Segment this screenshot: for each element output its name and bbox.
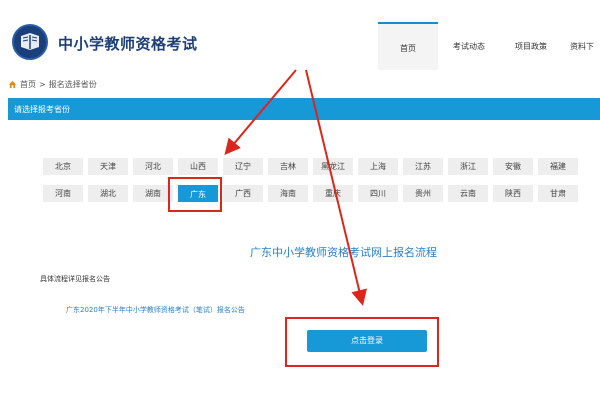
- province-option[interactable]: 河北: [133, 158, 173, 175]
- province-row: 北京 天津 河北 山西 辽宁 吉林 黑龙江 上海 江苏 浙江 安徽 福建: [43, 158, 600, 176]
- nav-item-exam-news[interactable]: 考试动态: [438, 22, 500, 70]
- province-option[interactable]: 湖南: [133, 185, 173, 202]
- section-bar: 请选择报考省份: [8, 98, 600, 120]
- province-row: 河南 湖北 湖南 广东 广西 海南 重庆 四川 贵州 云南 陕西 甘肃: [43, 185, 600, 203]
- province-option[interactable]: 辽宁: [223, 158, 263, 175]
- province-option[interactable]: 浙江: [448, 158, 488, 175]
- login-button[interactable]: 点击登录: [307, 330, 427, 352]
- breadcrumb-current: 报名选择省份: [48, 80, 97, 89]
- home-icon: [8, 80, 17, 89]
- breadcrumb: 首页 > 报名选择省份: [8, 79, 97, 90]
- section-bar-label: 请选择报考省份: [14, 105, 70, 114]
- province-option[interactable]: 海南: [268, 185, 308, 202]
- province-option[interactable]: 甘肃: [538, 185, 578, 202]
- flow-title: 广东中小学教师资格考试网上报名流程: [250, 246, 437, 259]
- site-header: 中小学教师资格考试 首页 考试动态 项目政策 资料下: [0, 0, 600, 70]
- province-option[interactable]: 安徽: [493, 158, 533, 175]
- province-option[interactable]: 广西: [223, 185, 263, 202]
- province-option[interactable]: 重庆: [313, 185, 353, 202]
- nav-item-policy[interactable]: 项目政策: [500, 22, 562, 70]
- breadcrumb-home[interactable]: 首页: [20, 79, 36, 90]
- logo-icon[interactable]: [12, 24, 48, 60]
- province-option[interactable]: 山西: [178, 158, 218, 175]
- province-option[interactable]: 福建: [538, 158, 578, 175]
- province-option[interactable]: 云南: [448, 185, 488, 202]
- nav-item-label: 考试动态: [453, 42, 485, 51]
- detail-label: 具体流程详见报名公告: [40, 275, 110, 283]
- province-option[interactable]: 上海: [358, 158, 398, 175]
- site-title: 中小学教师资格考试: [58, 35, 198, 53]
- province-option[interactable]: 四川: [358, 185, 398, 202]
- province-option[interactable]: 吉林: [268, 158, 308, 175]
- nav-item-label: 资料下: [570, 42, 594, 51]
- notice-link[interactable]: 广东2020年下半年中小学教师资格考试（笔试）报名公告: [66, 305, 245, 315]
- province-option[interactable]: 河南: [43, 185, 83, 202]
- nav-item-materials[interactable]: 资料下: [562, 22, 600, 70]
- province-selector: 北京 天津 河北 山西 辽宁 吉林 黑龙江 上海 江苏 浙江 安徽 福建 河南 湖北 湖南 广东 广西 海南 重庆…: [43, 158, 600, 212]
- province-option[interactable]: 北京: [43, 158, 83, 175]
- province-option[interactable]: 湖北: [88, 185, 128, 202]
- nav-item-label: 项目政策: [515, 42, 547, 51]
- nav-item-home[interactable]: 首页: [378, 22, 438, 70]
- top-nav: 首页 考试动态 项目政策 资料下: [378, 22, 600, 70]
- province-option[interactable]: 陕西: [493, 185, 533, 202]
- province-option[interactable]: 黑龙江: [313, 158, 353, 175]
- province-option[interactable]: 江苏: [403, 158, 443, 175]
- province-option[interactable]: 天津: [88, 158, 128, 175]
- breadcrumb-separator: >: [39, 80, 46, 89]
- province-option[interactable]: 广东: [178, 185, 218, 202]
- province-option[interactable]: 贵州: [403, 185, 443, 202]
- nav-item-label: 首页: [400, 44, 416, 53]
